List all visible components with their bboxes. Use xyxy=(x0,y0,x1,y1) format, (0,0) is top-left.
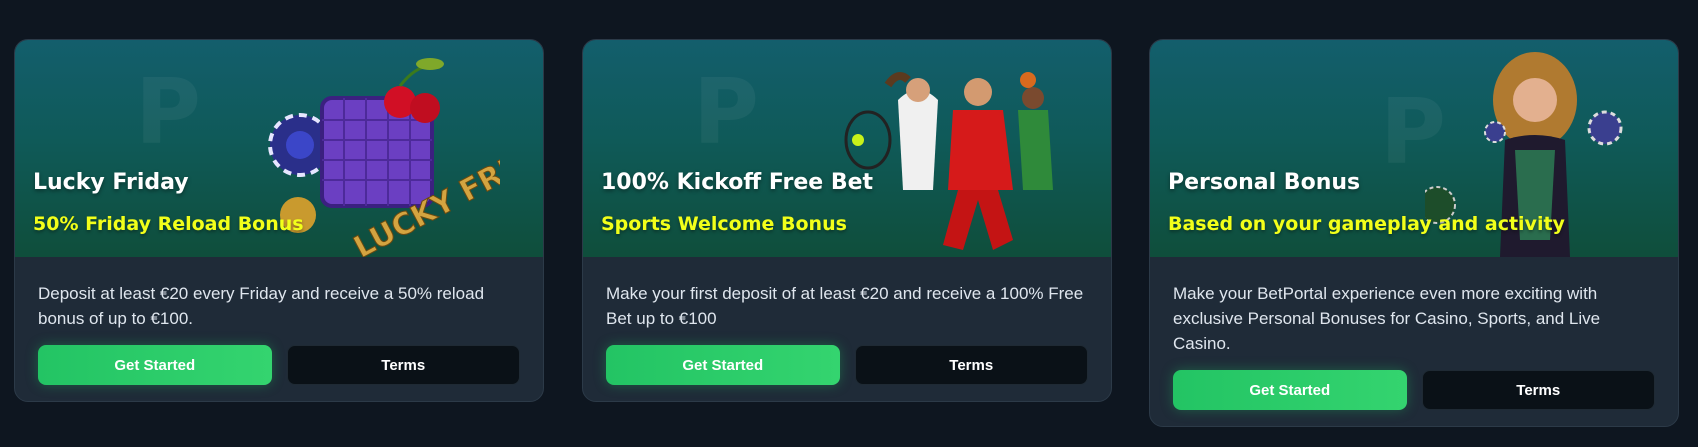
promo-description: Make your first deposit of at least €20 … xyxy=(606,284,1084,328)
athletes-illustration xyxy=(844,72,1053,250)
promo-hero: P LUCKY FRIDAY Lucky Friday 50% Friday R… xyxy=(15,40,543,257)
get-started-button[interactable]: Get Started xyxy=(1173,370,1407,410)
terms-button[interactable]: Terms xyxy=(286,345,520,385)
watermark-logo: P xyxy=(135,60,201,165)
promo-hero: P Personal Bonus Based on your gameplay … xyxy=(1150,40,1678,257)
get-started-button[interactable]: Get Started xyxy=(606,345,840,385)
promo-card-personal-bonus: P Personal Bonus Based on your gameplay … xyxy=(1149,39,1679,427)
promo-subtitle: Based on your gameplay and activity xyxy=(1168,213,1565,235)
promo-title: 100% Kickoff Free Bet xyxy=(601,170,874,195)
watermark-logo: P xyxy=(693,60,759,165)
promo-card-lucky-friday: P LUCKY FRIDAY Lucky Friday 50% Friday R… xyxy=(14,39,544,402)
promo-subtitle: 50% Friday Reload Bonus xyxy=(33,213,304,235)
promo-description: Deposit at least €20 every Friday and re… xyxy=(38,284,485,328)
promo-title: Personal Bonus xyxy=(1168,170,1361,195)
promo-card-kickoff-free-bet: P 100% Kickoff Free Bet Sports Welcome B… xyxy=(582,39,1112,402)
promo-hero: P 100% Kickoff Free Bet Sports Welcome B… xyxy=(583,40,1111,257)
promo-title: Lucky Friday xyxy=(33,170,189,195)
promo-subtitle: Sports Welcome Bonus xyxy=(601,213,847,235)
promo-description: Make your BetPortal experience even more… xyxy=(1173,284,1601,353)
terms-button[interactable]: Terms xyxy=(1421,370,1655,410)
get-started-button[interactable]: Get Started xyxy=(38,345,272,385)
terms-button[interactable]: Terms xyxy=(854,345,1088,385)
